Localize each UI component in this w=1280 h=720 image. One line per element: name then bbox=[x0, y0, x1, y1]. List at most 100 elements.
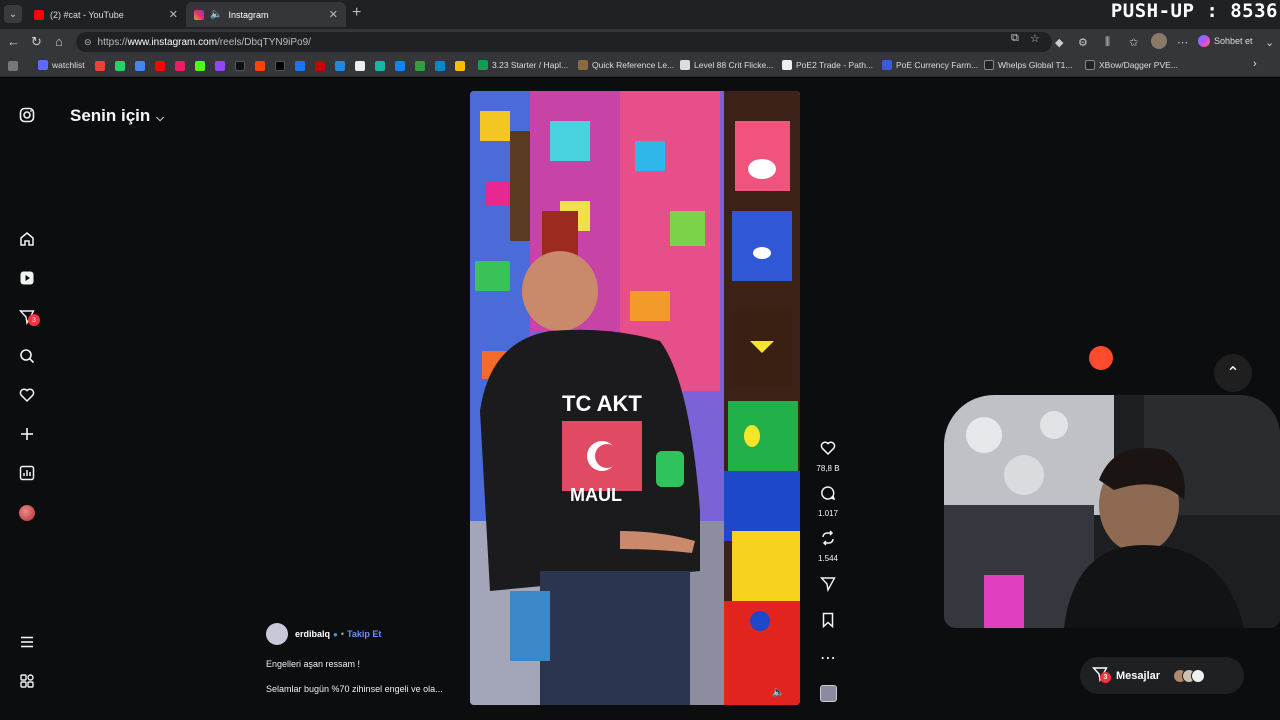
reels-icon[interactable] bbox=[18, 269, 36, 287]
split-screen-icon[interactable]: ⫼ bbox=[1105, 36, 1110, 49]
comment-count: 1.017 bbox=[817, 509, 839, 518]
also-from-meta-icon[interactable] bbox=[18, 672, 36, 690]
save-button[interactable] bbox=[812, 612, 844, 633]
bookmark-level-88[interactable]: Level 88 Crit Flicke... bbox=[680, 60, 773, 70]
comment-icon bbox=[812, 485, 844, 506]
chevron-right-icon[interactable]: › bbox=[1253, 58, 1257, 70]
follow-button[interactable]: Takip Et bbox=[347, 629, 381, 639]
search-icon[interactable] bbox=[18, 347, 36, 365]
bookmark-starter[interactable]: 3.23 Starter / Hapl... bbox=[478, 60, 568, 70]
audio-thumbnail[interactable] bbox=[820, 685, 837, 702]
home-icon[interactable] bbox=[18, 230, 36, 248]
pushup-counter: PUSH-UP : 8536 bbox=[1110, 0, 1278, 22]
bookmark-watchlist[interactable]: watchlist bbox=[38, 60, 85, 70]
tab-title: (2) #cat - YouTube bbox=[50, 9, 124, 20]
direct-messages-icon[interactable]: 3 bbox=[18, 308, 40, 326]
doc-icon bbox=[680, 60, 690, 70]
watchlist-icon bbox=[38, 60, 48, 70]
twitch-icon[interactable] bbox=[215, 61, 225, 71]
bookmark-icon[interactable] bbox=[455, 61, 465, 71]
messages-button[interactable]: 3 Mesajlar bbox=[1080, 657, 1244, 694]
bookmark-icon[interactable] bbox=[335, 61, 345, 71]
reading-list-icon[interactable] bbox=[8, 61, 18, 71]
bookmark-xbow[interactable]: XBow/Dagger PVE... bbox=[1085, 60, 1178, 70]
verified-badge-icon: ● bbox=[333, 629, 338, 639]
reel-author: erdibalq ● • Takip Et bbox=[266, 623, 381, 645]
send-icon bbox=[812, 576, 844, 597]
bookmark-icon bbox=[812, 612, 844, 633]
youtube-icon[interactable] bbox=[155, 61, 165, 71]
tab-search-button[interactable]: ⌄ bbox=[4, 5, 22, 23]
repost-icon bbox=[812, 530, 844, 551]
caption-text[interactable]: Selamlar bugün %70 zihinsel engeli ve ol… bbox=[266, 684, 443, 694]
telegram-icon[interactable] bbox=[435, 61, 445, 71]
chevron-down-icon[interactable]: ⌄ bbox=[1265, 36, 1274, 49]
menu-icon[interactable] bbox=[18, 633, 36, 651]
extension-icon[interactable]: ◆ bbox=[1055, 36, 1063, 49]
bookmark-quick-reference[interactable]: Quick Reference Le... bbox=[578, 60, 674, 70]
tiktok-icon[interactable] bbox=[235, 61, 245, 71]
more-icon[interactable]: ⋯ bbox=[1177, 36, 1188, 49]
tab-youtube[interactable]: (2) #cat - YouTube ✕ bbox=[26, 2, 186, 27]
chat-label: Sohbet et bbox=[1214, 36, 1253, 46]
browser-tab-bar: ⌄ (2) #cat - YouTube ✕ 🔈 Instagram ✕ + P… bbox=[0, 0, 1280, 29]
reddit-icon[interactable] bbox=[255, 61, 265, 71]
repost-button[interactable]: 1.544 bbox=[812, 530, 844, 563]
bookmark-icon[interactable] bbox=[355, 61, 365, 71]
share-button[interactable] bbox=[812, 576, 844, 597]
comment-button[interactable]: 1.017 bbox=[812, 485, 844, 518]
copilot-icon bbox=[1198, 35, 1210, 47]
translate-icon[interactable] bbox=[135, 61, 145, 71]
messages-badge: 3 bbox=[1100, 672, 1111, 683]
message-avatars bbox=[1173, 668, 1206, 683]
like-button[interactable]: 78,8 B bbox=[812, 440, 844, 473]
facebook-icon[interactable] bbox=[295, 61, 305, 71]
tab-instagram[interactable]: 🔈 Instagram ✕ bbox=[186, 2, 346, 27]
open-in-app-icon[interactable]: ⧉ bbox=[1011, 32, 1019, 45]
author-avatar[interactable] bbox=[266, 623, 288, 645]
home-icon[interactable]: ⌂ bbox=[55, 34, 63, 49]
url-bar[interactable]: ⊝ https://www.instagram.com/reels/DbqTYN… bbox=[76, 32, 1052, 52]
chevron-down-icon: ⌵ bbox=[156, 113, 164, 124]
feed-selector[interactable]: Senin için ⌵ bbox=[70, 106, 164, 126]
reel-video[interactable]: TC AKT MAUL 🔈 bbox=[470, 91, 800, 705]
heart-icon[interactable] bbox=[18, 386, 36, 404]
close-tab-icon[interactable]: ✕ bbox=[169, 8, 178, 21]
whatsapp-icon[interactable] bbox=[115, 61, 125, 71]
instagram-logo-icon[interactable] bbox=[18, 106, 36, 124]
gmail-icon[interactable] bbox=[95, 61, 105, 71]
back-icon[interactable]: ← bbox=[7, 34, 20, 49]
reel-frame-image: TC AKT MAUL bbox=[470, 91, 800, 705]
bookmark-poe2-trade[interactable]: PoE2 Trade - Path... bbox=[782, 60, 873, 70]
bookmark-icon[interactable] bbox=[175, 61, 185, 71]
close-tab-icon[interactable]: ✕ bbox=[329, 8, 338, 21]
bookmark-star-icon[interactable]: ☆ bbox=[1030, 32, 1040, 45]
notification-badge: 3 bbox=[28, 314, 40, 326]
x-icon[interactable] bbox=[275, 61, 285, 71]
webcam-image bbox=[944, 395, 1280, 628]
reload-icon[interactable]: ↻ bbox=[31, 34, 42, 50]
speaker-icon[interactable]: 🔈 bbox=[210, 9, 222, 20]
bookmark-icon[interactable] bbox=[375, 61, 385, 71]
svg-text:TC AKT: TC AKT bbox=[562, 391, 642, 416]
bookmark-icon[interactable] bbox=[415, 61, 425, 71]
volume-icon[interactable]: 🔈 bbox=[772, 687, 784, 698]
sheets-icon bbox=[478, 60, 488, 70]
copilot-chat-button[interactable]: Sohbet et bbox=[1198, 35, 1253, 47]
scroll-up-button[interactable]: ⌃ bbox=[1214, 354, 1252, 392]
new-tab-button[interactable]: + bbox=[352, 4, 361, 22]
site-info-icon[interactable]: ⊝ bbox=[84, 37, 92, 48]
kick-icon[interactable] bbox=[195, 61, 205, 71]
bluesky-icon[interactable] bbox=[395, 61, 405, 71]
profile-avatar[interactable] bbox=[18, 504, 36, 522]
favorites-icon[interactable]: ✩ bbox=[1129, 36, 1138, 49]
profile-avatar[interactable] bbox=[1151, 33, 1167, 49]
bookmark-poe-currency[interactable]: PoE Currency Farm... bbox=[882, 60, 978, 70]
create-icon[interactable] bbox=[18, 425, 36, 443]
author-username[interactable]: erdibalq bbox=[295, 629, 330, 639]
bookmark-icon[interactable] bbox=[315, 61, 325, 71]
bookmark-whelps[interactable]: Whelps Global T1... bbox=[984, 60, 1073, 70]
more-options-button[interactable]: ⋯ bbox=[812, 650, 844, 668]
dashboard-icon[interactable] bbox=[18, 464, 36, 482]
puzzle-icon[interactable]: ⚙ bbox=[1078, 36, 1088, 49]
